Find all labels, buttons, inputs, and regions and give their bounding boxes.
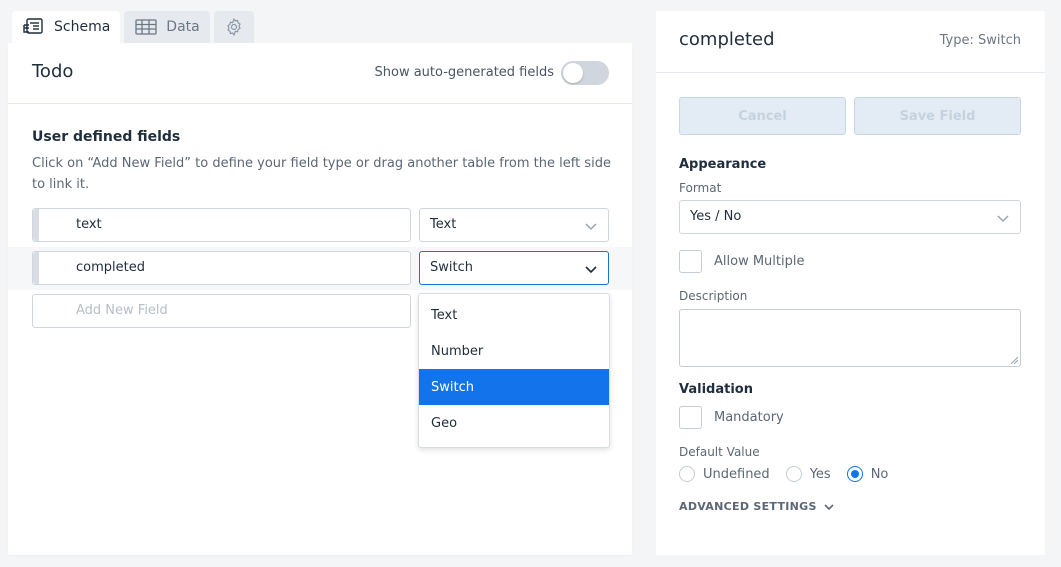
dropdown-option-text[interactable]: Text [419,297,609,333]
radio-button[interactable] [679,466,695,482]
radio-label: No [870,466,889,482]
dropdown-option-switch[interactable]: Switch [419,369,609,405]
field-type-value: Switch [430,260,473,275]
field-type-dropdown: Text Number Switch Geo [418,293,610,448]
field-detail-title: completed [679,29,775,50]
cancel-button[interactable]: Cancel [679,97,846,135]
schema-icon [23,18,43,34]
default-value-radio-group: Undefined Yes No [679,466,904,482]
toggle-knob [563,63,583,83]
table-title: Todo [32,61,74,82]
tab-schema-label: Schema [54,19,111,35]
chevron-down-icon [824,503,834,510]
advanced-settings-toggle[interactable]: ADVANCED SETTINGS [679,500,835,513]
radio-button[interactable] [846,466,863,482]
format-value: Yes / No [690,209,742,224]
schema-tabs: Schema Data [12,11,254,43]
tab-settings[interactable] [213,11,254,43]
add-new-field-placeholder: Add New Field [76,303,168,318]
save-field-button[interactable]: Save Field [854,97,1021,135]
gear-icon [226,17,241,37]
radio-button[interactable] [785,466,802,482]
format-select[interactable]: Yes / No [679,200,1021,234]
auto-generated-label: Show auto-generated fields [374,65,555,80]
radio-label: Yes [809,466,831,482]
tab-data[interactable]: Data [124,11,210,43]
default-radio-no[interactable]: No [846,466,889,482]
mandatory-checkbox[interactable] [679,406,702,429]
field-detail-header: completed Type: Switch [656,11,1045,73]
field-type-select[interactable]: Text [419,208,609,242]
default-radio-yes[interactable]: Yes [785,466,831,482]
radio-label: Undefined [703,466,770,482]
drag-handle[interactable] [33,209,39,241]
schema-panel: Todo Show auto-generated fields User def… [8,43,632,555]
fields-section-description: Click on “Add New Field” to define your … [32,156,611,192]
field-type-value: Text [430,217,457,232]
appearance-heading: Appearance [679,157,767,172]
dropdown-option-number[interactable]: Number [419,333,609,369]
add-new-field-input[interactable]: Add New Field [32,294,411,328]
tab-data-label: Data [166,19,200,35]
fields-section-title: User defined fields [32,129,181,145]
chevron-down-icon [585,223,597,231]
drag-handle[interactable] [33,252,39,284]
chevron-down-icon [585,266,597,274]
auto-generated-toggle[interactable] [561,61,609,85]
allow-multiple-checkbox[interactable] [679,250,702,273]
allow-multiple-label: Allow Multiple [714,254,805,269]
schema-header: Todo Show auto-generated fields [8,43,632,104]
description-textarea[interactable] [679,309,1021,367]
tab-schema[interactable]: Schema [12,11,121,43]
field-name-input[interactable]: completed [32,251,411,285]
mandatory-label: Mandatory [714,410,784,425]
resize-grip-icon[interactable] [1010,356,1018,364]
description-label: Description [679,289,748,303]
field-type-label: Type: Switch [939,33,1021,48]
chevron-down-icon [997,215,1009,223]
default-value-label: Default Value [679,445,760,459]
field-name-value: completed [76,260,145,275]
format-label: Format [679,181,722,195]
default-radio-undefined[interactable]: Undefined [679,466,770,482]
field-type-select[interactable]: Switch [419,251,609,285]
field-detail-panel: completed Type: Switch Cancel Save Field… [656,11,1045,555]
field-name-input[interactable]: text [32,208,411,242]
advanced-settings-label: ADVANCED SETTINGS [679,500,817,513]
table-icon [135,19,157,35]
dropdown-option-geo[interactable]: Geo [419,405,609,441]
field-name-value: text [76,217,102,232]
validation-heading: Validation [679,382,753,397]
